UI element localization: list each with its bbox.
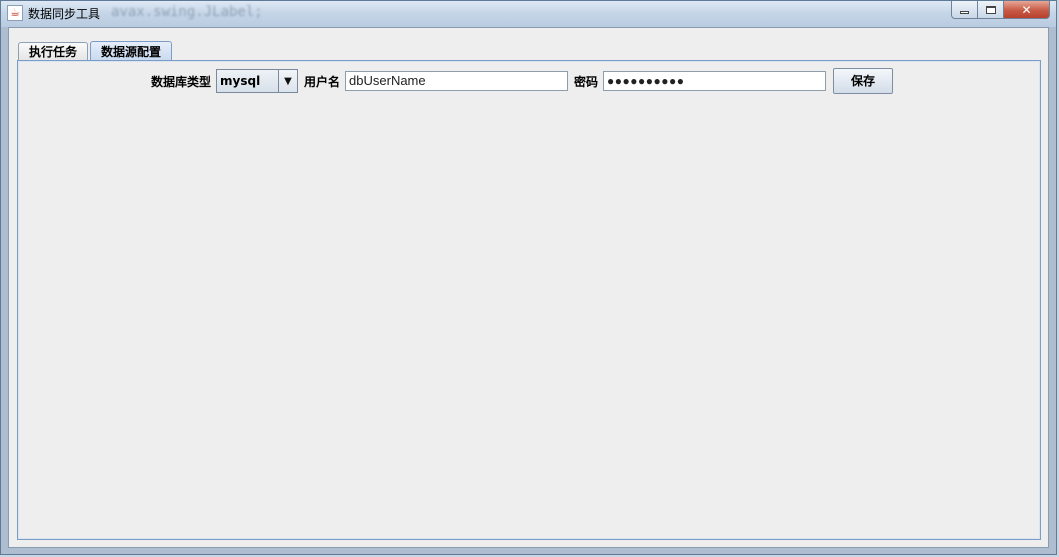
window-title: 数据同步工具 — [28, 7, 101, 21]
title-bar[interactable]: ☕ 数据同步工具 avax.swing.JLabel; ✕ — [1, 1, 1056, 27]
minimize-icon — [960, 10, 969, 14]
username-input[interactable]: dbUserName — [345, 71, 569, 91]
java-app-icon[interactable]: ☕ — [7, 5, 23, 21]
tab-strip: 执行任务 数据源配置 — [18, 39, 174, 62]
chevron-down-icon[interactable]: ▼ — [279, 70, 297, 92]
window-controls: ✕ — [951, 1, 1050, 19]
close-icon: ✕ — [1021, 2, 1032, 17]
datasource-form: 数据库类型 mysql ▼ 用户名 dbUserName 密码 ●●●●●●●●… — [151, 68, 894, 94]
minimize-button[interactable] — [951, 1, 978, 19]
db-type-label: 数据库类型 — [151, 74, 212, 89]
maximize-icon — [985, 5, 996, 14]
password-input[interactable]: ●●●●●●●●●● — [603, 71, 827, 91]
title-ghost-text: avax.swing.JLabel; — [111, 4, 263, 20]
tab-execute-task[interactable]: 执行任务 — [18, 42, 89, 61]
db-type-value: mysql — [217, 70, 280, 92]
username-label: 用户名 — [304, 74, 341, 89]
tab-datasource-config[interactable]: 数据源配置 — [90, 41, 173, 62]
db-type-select[interactable]: mysql ▼ — [216, 69, 299, 93]
datasource-config-panel: 数据库类型 mysql ▼ 用户名 dbUserName 密码 ●●●●●●●●… — [17, 60, 1041, 540]
close-button[interactable]: ✕ — [1004, 1, 1050, 19]
app-window: ☕ 数据同步工具 avax.swing.JLabel; ✕ 执行任务 数据源配置… — [0, 0, 1057, 555]
save-button[interactable]: 保存 — [833, 68, 894, 94]
maximize-button[interactable] — [978, 1, 1004, 19]
password-label: 密码 — [574, 74, 599, 89]
content-pane: 执行任务 数据源配置 数据库类型 mysql ▼ 用户名 dbUserName … — [8, 27, 1049, 548]
